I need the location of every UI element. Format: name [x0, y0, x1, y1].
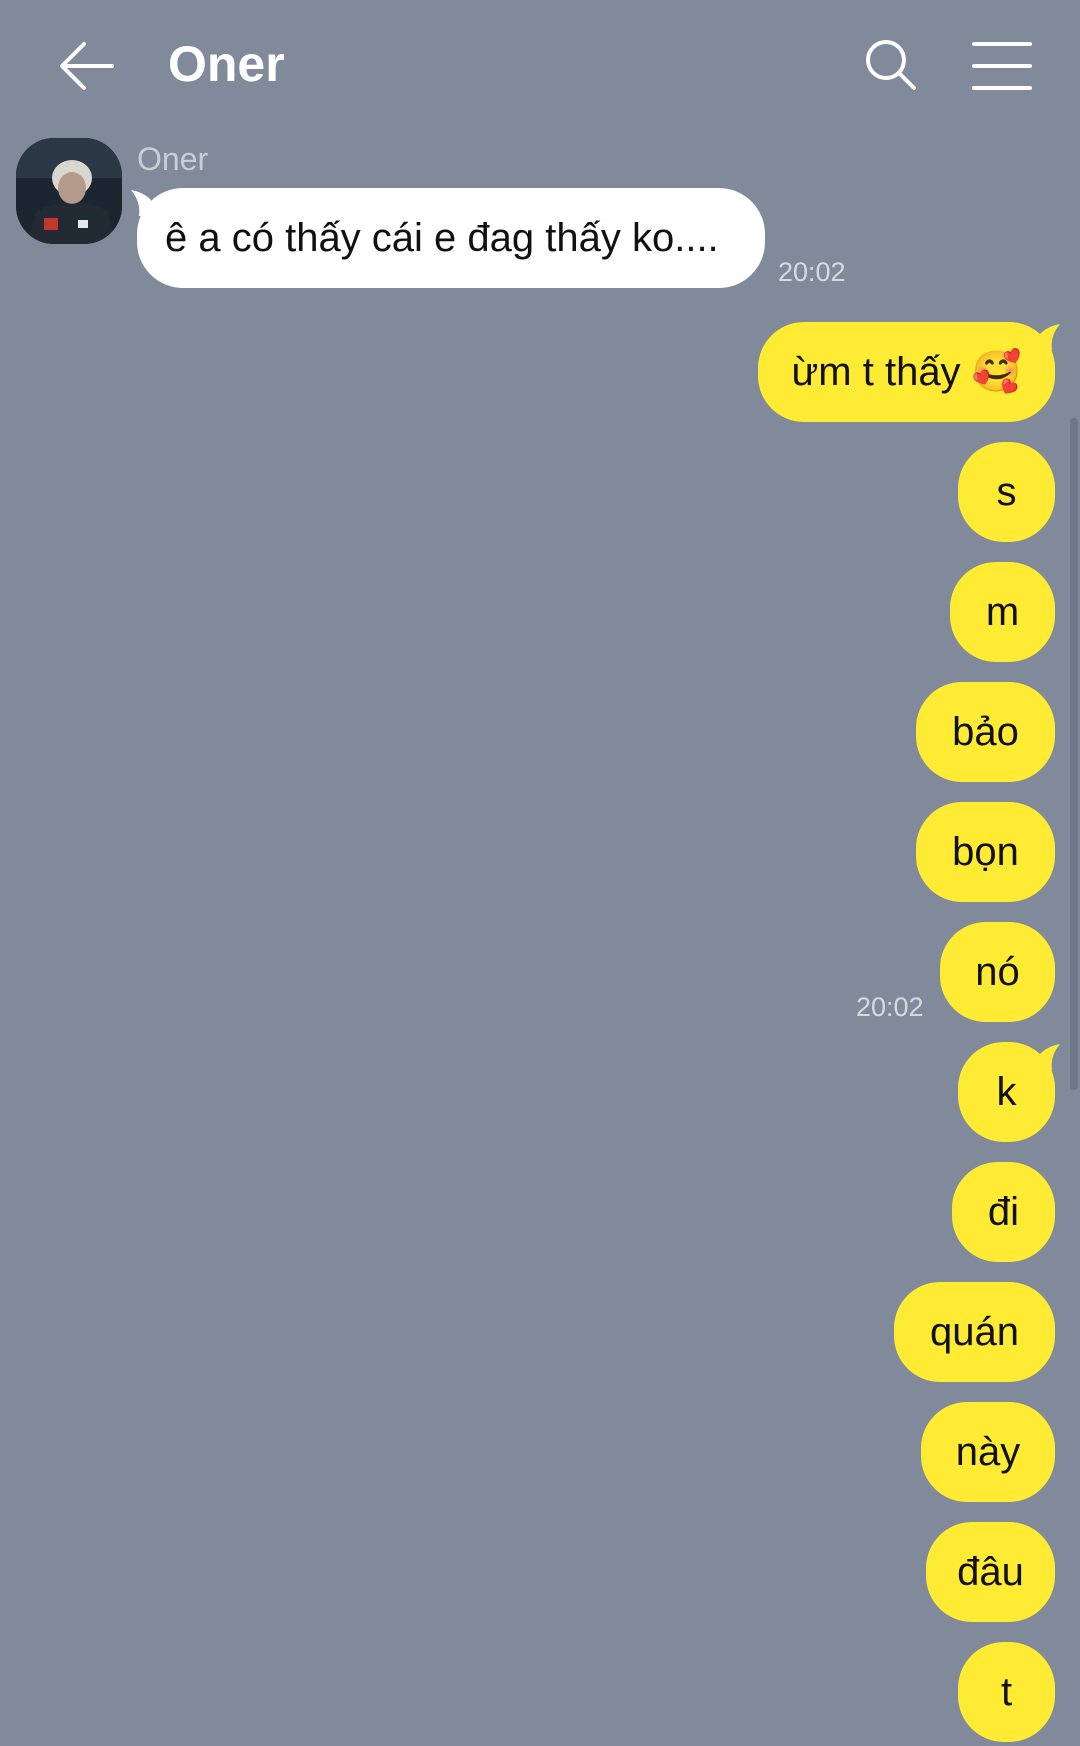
search-icon — [866, 40, 916, 90]
message-timestamp: 20:02 — [778, 257, 846, 287]
message-timestamp: 20:02 — [856, 992, 924, 1022]
outgoing-message-bubble[interactable]: bọn — [916, 802, 1055, 902]
outgoing-message-bubble[interactable]: bảo — [916, 682, 1055, 782]
outgoing-message-bubble[interactable]: t — [958, 1642, 1055, 1742]
arrow-left-icon — [60, 42, 114, 90]
outgoing-message-bubble[interactable]: ừm t thấy 🥰 — [758, 322, 1055, 422]
hamburger-menu-icon — [972, 42, 1032, 90]
outgoing-message-bubble[interactable]: quán — [894, 1282, 1055, 1382]
incoming-message-bubble[interactable]: ê a có thấy cái e đag thấy ko.... — [137, 188, 765, 288]
menu-button[interactable] — [966, 30, 1038, 102]
avatar[interactable] — [16, 138, 122, 244]
profile-photo-icon — [16, 138, 122, 244]
outgoing-message-bubble[interactable]: này — [921, 1402, 1055, 1502]
search-button[interactable] — [856, 30, 928, 102]
back-button[interactable] — [50, 30, 122, 102]
chat-header: Oner — [0, 0, 1080, 130]
sender-name: Oner — [137, 141, 209, 177]
scrollbar[interactable] — [1070, 418, 1078, 1090]
outgoing-message-bubble[interactable]: đâu — [926, 1522, 1055, 1622]
outgoing-message-bubble[interactable]: m — [950, 562, 1055, 662]
outgoing-message-bubble[interactable]: s — [958, 442, 1055, 542]
outgoing-message-bubble[interactable]: k — [958, 1042, 1055, 1142]
outgoing-message-bubble[interactable]: nó — [940, 922, 1055, 1022]
chat-title: Oner — [168, 36, 285, 92]
outgoing-message-bubble[interactable]: đi — [952, 1162, 1055, 1262]
